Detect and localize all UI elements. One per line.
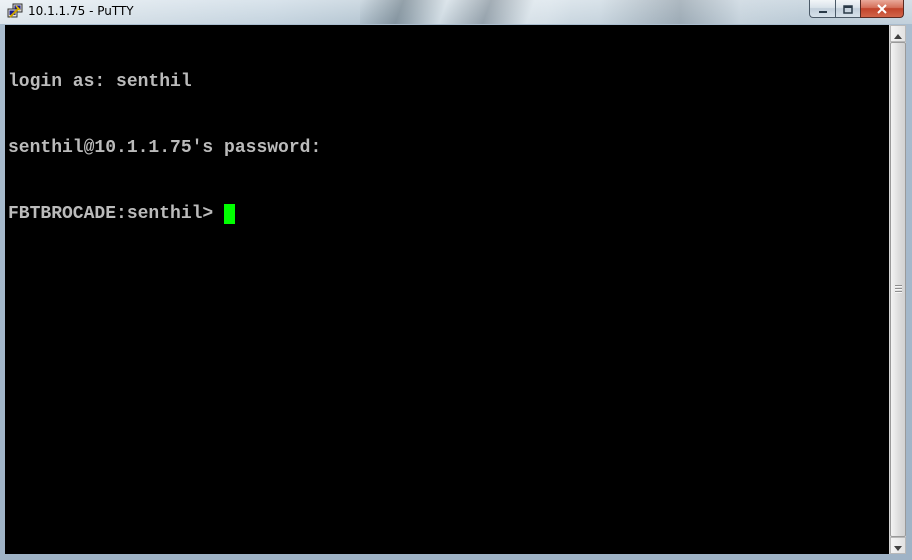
terminal-line-prompt: FBTBROCADE:senthil> (8, 203, 321, 225)
putty-window: 10.1.1.75 - PuTTY login as: senthil sent… (0, 0, 912, 560)
putty-icon[interactable] (7, 3, 23, 19)
text-cursor (224, 204, 236, 224)
scroll-track[interactable] (890, 42, 906, 537)
close-icon (876, 0, 888, 18)
caption-buttons (809, 0, 904, 18)
maximize-icon (843, 0, 853, 18)
vertical-scrollbar[interactable] (889, 25, 906, 554)
scroll-up-button[interactable] (890, 25, 906, 42)
terminal-output: login as: senthil senthil@10.1.1.75's pa… (8, 27, 321, 269)
scroll-thumb[interactable] (890, 42, 906, 537)
scroll-up-arrow-icon (894, 24, 902, 43)
minimize-button[interactable] (809, 0, 835, 18)
scroll-down-arrow-icon (894, 536, 902, 555)
close-button[interactable] (860, 0, 904, 18)
scroll-down-button[interactable] (890, 537, 906, 554)
scroll-grip-icon (895, 285, 902, 294)
maximize-button[interactable] (835, 0, 860, 18)
title-bar[interactable]: 10.1.1.75 - PuTTY (0, 0, 912, 24)
window-title: 10.1.1.75 - PuTTY (28, 4, 134, 18)
terminal-line-password: senthil@10.1.1.75's password: (8, 138, 322, 158)
shell-prompt: FBTBROCADE:senthil> (8, 204, 225, 224)
minimize-icon (818, 0, 828, 18)
terminal-line-login: login as: senthil (8, 72, 192, 92)
terminal-screen[interactable]: login as: senthil senthil@10.1.1.75's pa… (5, 25, 889, 554)
